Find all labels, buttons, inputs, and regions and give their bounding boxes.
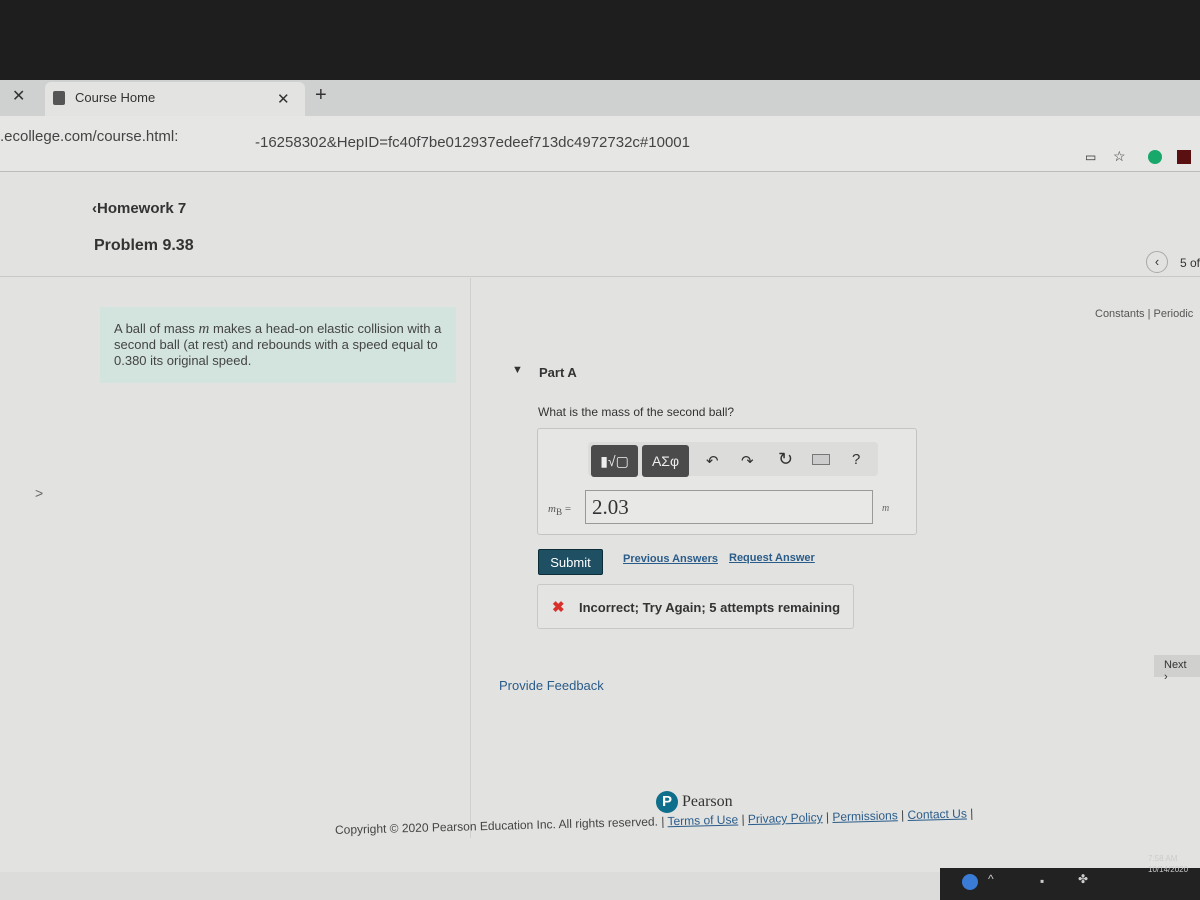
help-button[interactable]: ? xyxy=(852,451,860,468)
previous-problem-button[interactable]: ‹ xyxy=(1146,251,1168,273)
input-label: mB = xyxy=(548,503,572,518)
provide-feedback-link[interactable]: Provide Feedback xyxy=(499,678,604,693)
keyboard-icon[interactable] xyxy=(812,454,830,465)
url-text: .ecollege.com/course.html: xyxy=(0,128,179,145)
unit-label: m xyxy=(882,503,890,514)
submit-button[interactable]: Submit xyxy=(538,549,603,575)
redo-icon[interactable]: ↷ xyxy=(741,452,754,470)
network-icon[interactable]: ▪ xyxy=(1040,874,1044,888)
page-icon xyxy=(53,91,65,105)
error-x-icon: ✖ xyxy=(552,599,565,616)
resources-links: Constants | Periodic xyxy=(1095,308,1194,320)
previous-answers-link[interactable]: Previous Answers xyxy=(623,553,718,565)
feedback-box: ✖ Incorrect; Try Again; 5 attempts remai… xyxy=(537,584,854,629)
question-text: What is the mass of the second ball? xyxy=(538,405,735,419)
screen-bezel xyxy=(0,0,1200,80)
problem-title: Problem 9.38 xyxy=(94,237,194,254)
undo-icon[interactable]: ↶ xyxy=(706,452,719,470)
divider xyxy=(0,276,1200,277)
privacy-policy-link[interactable]: Privacy Policy xyxy=(748,810,823,826)
terms-of-use-link[interactable]: Terms of Use xyxy=(667,812,738,828)
help-tray-icon[interactable] xyxy=(962,874,978,890)
close-tab-icon[interactable]: ✕ xyxy=(12,86,25,106)
contact-us-link[interactable]: Contact Us xyxy=(907,806,967,822)
templates-button[interactable]: ▮√▢ xyxy=(591,445,638,477)
periodic-link[interactable]: Periodic xyxy=(1154,308,1194,320)
acrobat-icon[interactable] xyxy=(1177,150,1191,164)
divider xyxy=(470,278,471,838)
part-label[interactable]: Part A xyxy=(539,365,577,380)
tab-bar: ✕ Course Home ✕ + xyxy=(0,80,1200,116)
clock-date[interactable]: 10/14/2020 xyxy=(1148,865,1188,874)
cast-icon[interactable]: ▭ xyxy=(1085,150,1096,164)
permissions-link[interactable]: Permissions xyxy=(832,808,898,824)
next-button[interactable]: Next › xyxy=(1154,655,1200,683)
address-bar[interactable]: .ecollege.com/course.html: -16258302&Hep… xyxy=(0,116,1200,172)
back-to-homework-link[interactable]: ‹Homework 7 xyxy=(92,200,186,217)
greek-symbols-button[interactable]: ΑΣφ xyxy=(642,445,689,477)
sidebar-expand-icon[interactable]: > xyxy=(35,485,43,501)
grammarly-icon[interactable] xyxy=(1148,150,1162,164)
tab-course-home[interactable]: Course Home ✕ xyxy=(45,82,305,116)
clock-time[interactable]: 7:58 AM xyxy=(1148,854,1177,863)
feedback-text: Incorrect; Try Again; 5 attempts remaini… xyxy=(579,600,841,615)
pager-text: 5 of xyxy=(1180,256,1200,270)
star-icon[interactable]: ☆ xyxy=(1113,148,1126,165)
request-answer-link[interactable]: Request Answer xyxy=(729,552,815,564)
collapse-part-icon[interactable]: ▼ xyxy=(512,364,523,376)
pearson-logo: P Pearson xyxy=(656,791,733,813)
taskbar: ^ ▪ ✤ 7:58 AM 10/14/2020 xyxy=(940,854,1200,900)
tab-title: Course Home xyxy=(75,90,156,105)
problem-statement: A ball of mass m makes a head-on elastic… xyxy=(100,307,456,383)
constants-link[interactable]: Constants xyxy=(1095,308,1145,320)
dropbox-icon[interactable]: ✤ xyxy=(1078,872,1088,886)
reset-icon[interactable]: ↻ xyxy=(778,449,793,470)
close-tab-icon[interactable]: ✕ xyxy=(277,90,290,108)
url-text: -16258302&HepID=fc40f7be012937edeef713dc… xyxy=(255,134,690,151)
answer-input[interactable]: 2.03 xyxy=(585,490,873,524)
tray-chevron-icon[interactable]: ^ xyxy=(988,872,994,886)
new-tab-icon[interactable]: + xyxy=(315,84,327,107)
